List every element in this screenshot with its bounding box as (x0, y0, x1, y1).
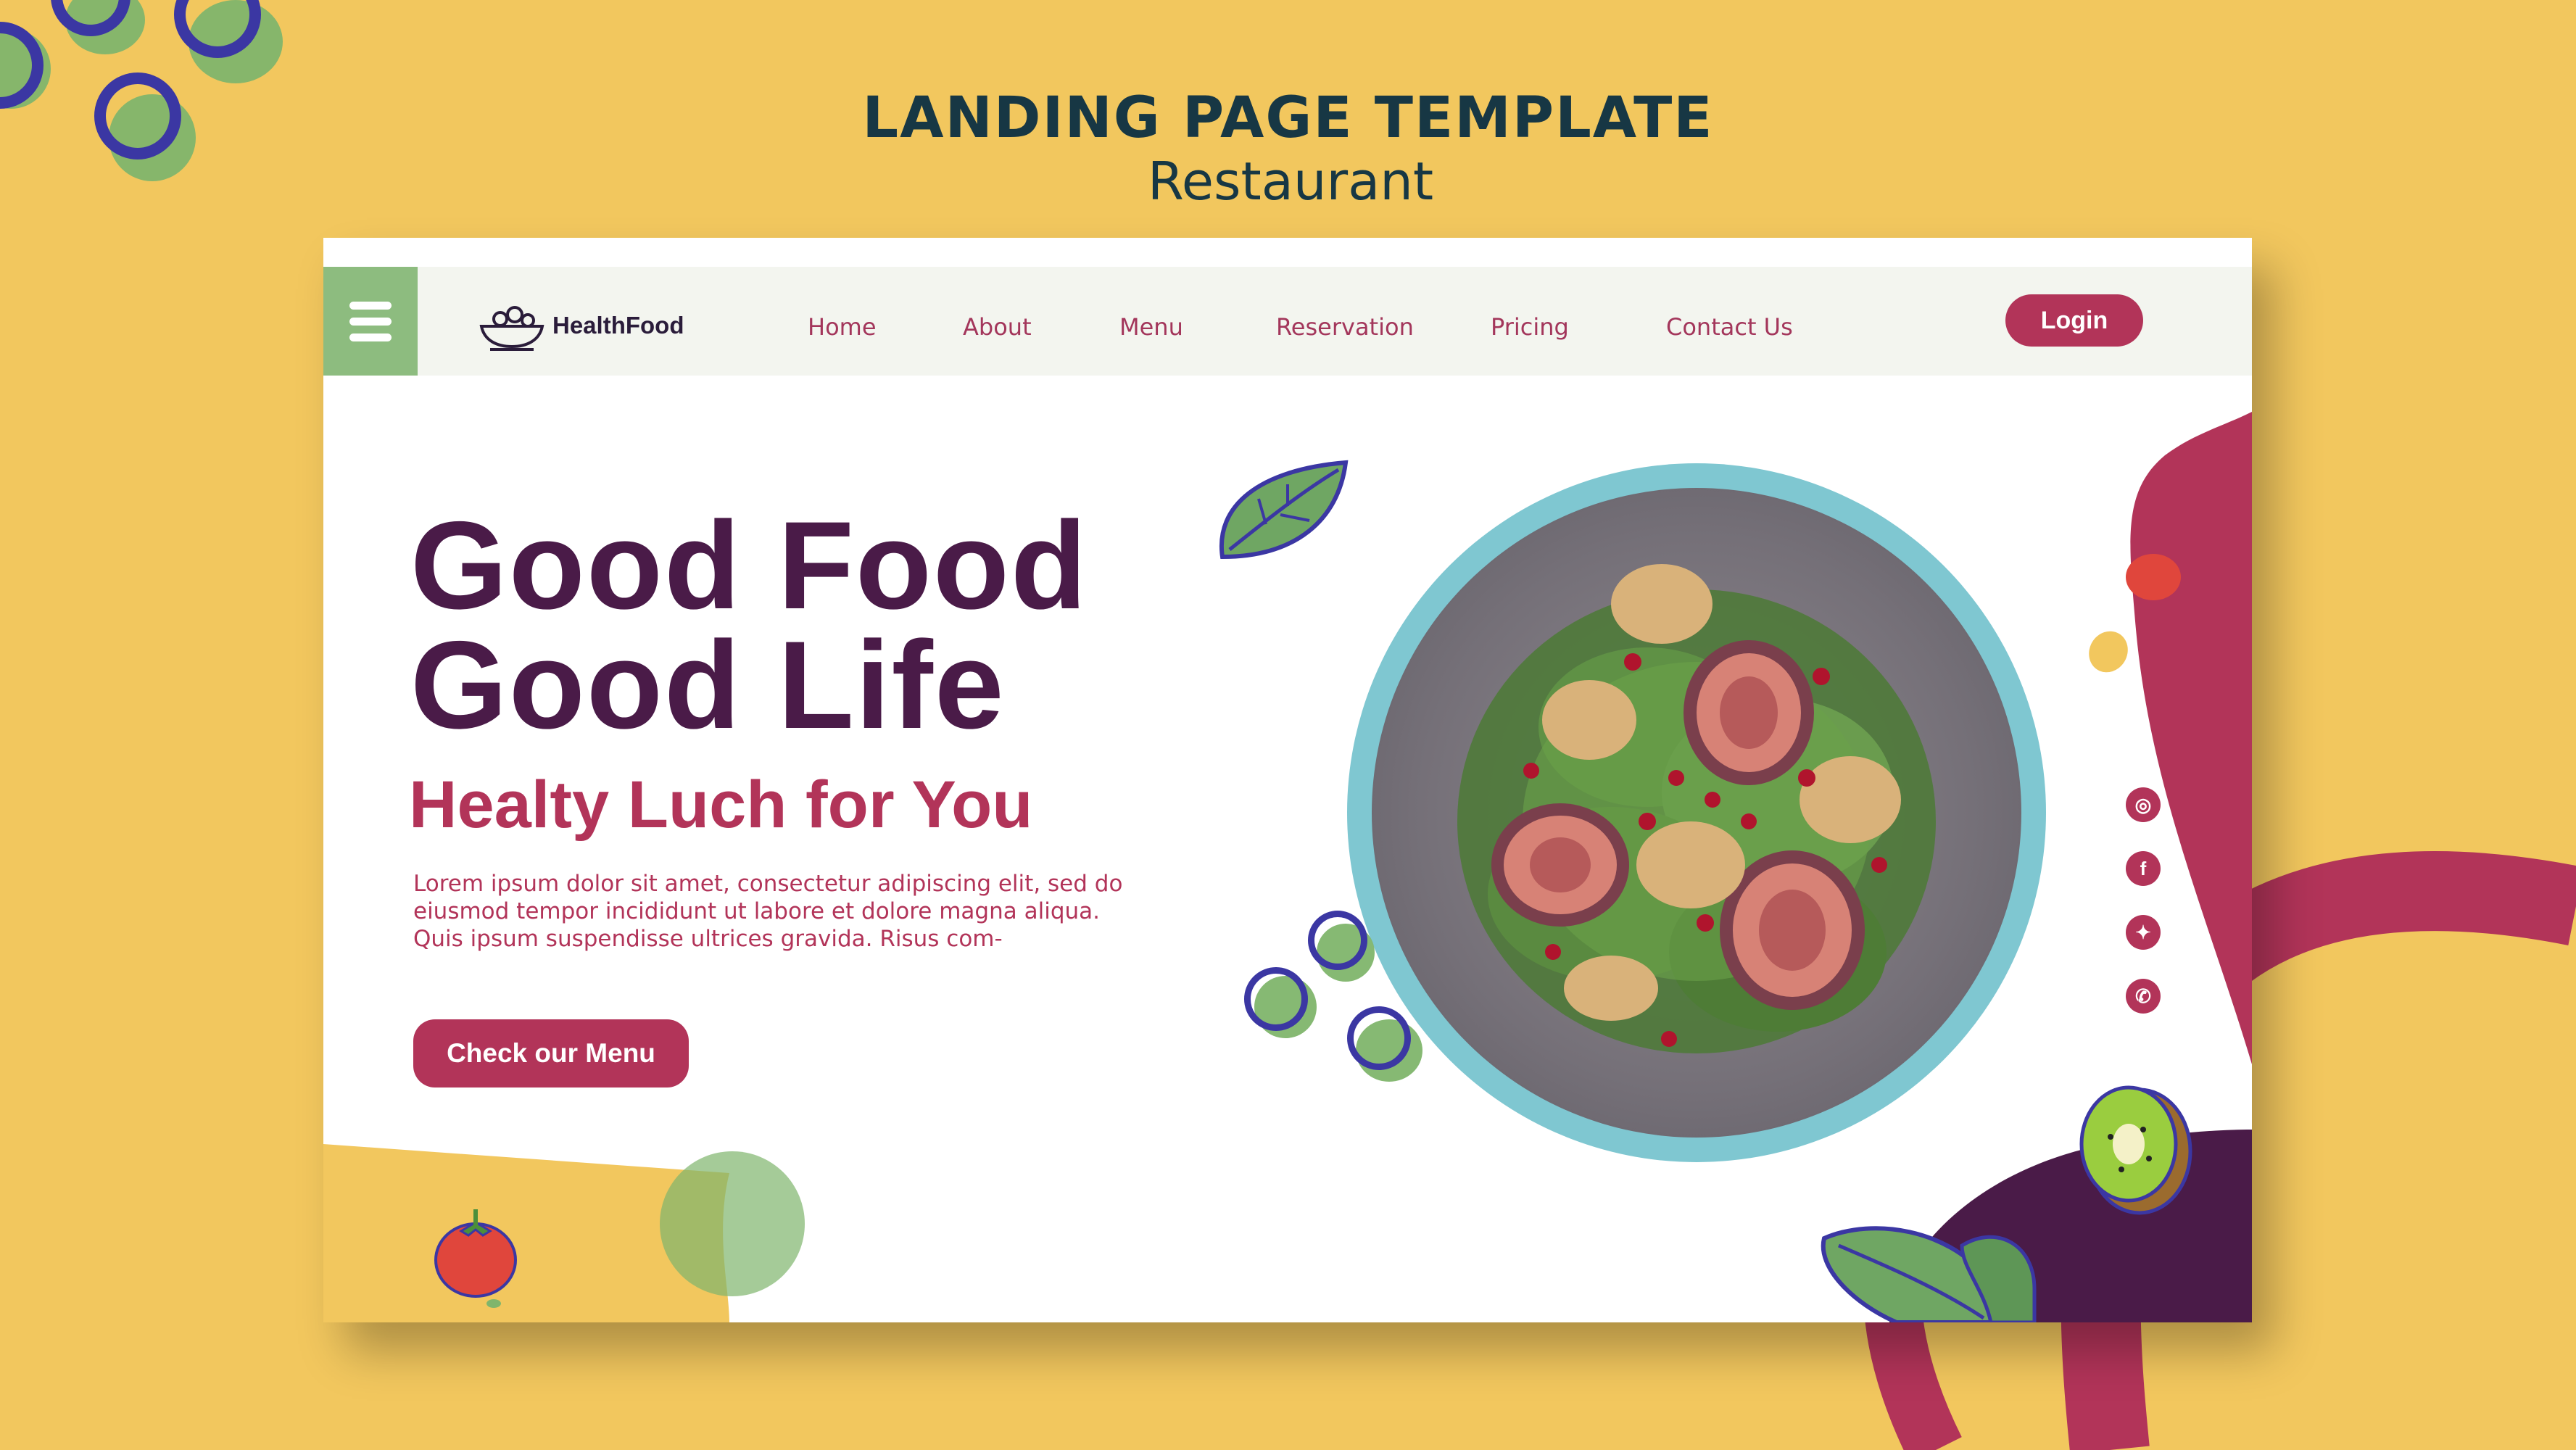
spinach-leaf-icon (1821, 1226, 2037, 1322)
kiwi-icon (2079, 1085, 2192, 1215)
blueberry-ring (1308, 911, 1367, 970)
blueberry-ring (1244, 967, 1308, 1031)
hero-body-text: Lorem ipsum dolor sit amet, consectetur … (413, 871, 1123, 952)
brand-name[interactable]: HealthFood (552, 312, 684, 339)
decor-green-circle (660, 1151, 805, 1296)
navbar: HealthFood Home About Menu Reservation P… (323, 267, 2252, 376)
hero-headline-line1: Good Food (410, 496, 1089, 635)
hamburger-line (349, 318, 392, 326)
salad-bowl-logo-icon (479, 306, 544, 351)
hero-subheadline: Healty Luch for You (409, 768, 1033, 842)
login-button[interactable]: Login (2005, 294, 2143, 347)
decor-ring (94, 72, 181, 160)
leaf-icon (1219, 460, 1349, 560)
hero-headline-line2: Good Life (410, 616, 1006, 755)
hamburger-line (349, 302, 392, 310)
landing-page-mockup: HealthFood Home About Menu Reservation P… (323, 238, 2252, 1322)
hero-headline: Good Food Good Life (410, 496, 1089, 755)
nav-link-pricing[interactable]: Pricing (1491, 313, 1569, 341)
instagram-icon[interactable]: ◎ (2126, 787, 2161, 822)
salad-plate-image (1372, 488, 2021, 1138)
nav-link-reservation[interactable]: Reservation (1276, 313, 1414, 341)
nav-link-menu[interactable]: Menu (1119, 313, 1183, 341)
page-subtitle: Restaurant (1147, 151, 1434, 212)
blueberry-ring (1347, 1006, 1411, 1070)
check-menu-button[interactable]: Check our Menu (413, 1019, 689, 1088)
whatsapp-icon[interactable]: ✆ (2126, 979, 2161, 1014)
twitter-icon[interactable]: ✦ (2126, 915, 2161, 950)
facebook-icon[interactable]: f (2126, 851, 2161, 886)
hamburger-menu-button[interactable] (323, 267, 418, 376)
decor-red-dot (2126, 554, 2181, 600)
nav-link-about[interactable]: About (963, 313, 1032, 341)
decor-magenta-blob (2130, 412, 2252, 1064)
salad-illustration (1457, 564, 1936, 1053)
hamburger-line (349, 334, 392, 341)
nav-link-contact[interactable]: Contact Us (1666, 313, 1793, 341)
nav-link-home[interactable]: Home (808, 313, 877, 341)
tomato-icon (434, 1209, 517, 1308)
page-title: LANDING PAGE TEMPLATE (862, 86, 1714, 151)
